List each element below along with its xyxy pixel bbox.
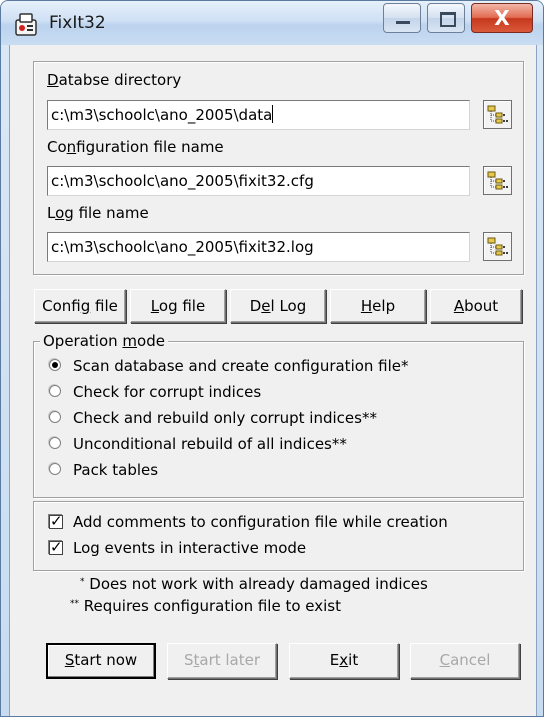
note-text: Does not work with already damaged indic… bbox=[84, 575, 428, 593]
maximize-icon bbox=[440, 12, 456, 27]
footnote-marker: ** bbox=[70, 599, 79, 609]
log-file-value: c:\m3\schoolc\ano_2005\fixit32.log bbox=[51, 238, 314, 256]
label-accel: D bbox=[47, 71, 59, 89]
label-part: L bbox=[47, 204, 56, 222]
button-label-part: E bbox=[329, 651, 340, 669]
start-later-button[interactable]: Start later bbox=[167, 643, 277, 679]
minimize-icon bbox=[396, 21, 410, 24]
database-directory-input[interactable]: c:\m3\schoolc\ano_2005\data bbox=[47, 100, 470, 130]
exit-button[interactable]: Exit bbox=[289, 643, 399, 679]
label-part: figuration file name bbox=[76, 138, 224, 156]
check-mark-icon: ✓ bbox=[50, 512, 63, 530]
folder-tree-icon bbox=[487, 171, 508, 190]
configuration-file-input[interactable]: c:\m3\schoolc\ano_2005\fixit32.cfg bbox=[47, 166, 470, 196]
close-button[interactable]: X bbox=[471, 3, 533, 33]
button-accel: H bbox=[360, 297, 373, 315]
browse-log-button[interactable] bbox=[483, 232, 512, 261]
radio-selected-dot bbox=[52, 362, 58, 368]
note-text: Requires configuration file to exist bbox=[79, 597, 342, 615]
radio-button[interactable] bbox=[49, 385, 61, 397]
operation-mode-group: Operation mode Scan database and create … bbox=[33, 332, 524, 498]
button-accel: A bbox=[453, 297, 465, 315]
dialog-client: Databse directory c:\m3\schoolc\ano_2005… bbox=[9, 45, 537, 716]
button-label-part: l Log bbox=[270, 297, 307, 315]
database-directory-label: Databse directory bbox=[47, 71, 181, 89]
button-label-part: tart now bbox=[74, 651, 138, 669]
button-accel: S bbox=[64, 651, 75, 669]
folder-tree-icon bbox=[487, 237, 508, 256]
button-accel: g bbox=[80, 297, 91, 315]
checkbox[interactable]: ✓ bbox=[49, 538, 63, 556]
legend-part: Operation bbox=[43, 332, 123, 350]
config-file-button[interactable]: Config file bbox=[34, 289, 126, 323]
label-part: g file name bbox=[64, 204, 149, 222]
title-bar[interactable]: FixIt32 X bbox=[1, 1, 543, 45]
window-title: FixIt32 bbox=[49, 13, 106, 33]
configuration-file-label: Configuration file name bbox=[47, 138, 224, 156]
log-file-input[interactable]: c:\m3\schoolc\ano_2005\fixit32.log bbox=[47, 232, 470, 262]
log-file-label: Log file name bbox=[47, 204, 149, 222]
paths-group: Databse directory c:\m3\schoolc\ano_2005… bbox=[33, 61, 524, 275]
radio-label: Pack tables bbox=[73, 461, 159, 479]
button-accel: C bbox=[439, 651, 451, 669]
label-part: Co bbox=[47, 138, 67, 156]
text-caret bbox=[272, 105, 274, 123]
browse-database-button[interactable] bbox=[483, 100, 512, 129]
folder-tree-icon bbox=[487, 105, 508, 124]
button-label-part: ancel bbox=[450, 651, 491, 669]
cancel-button[interactable]: Cancel bbox=[410, 643, 520, 679]
radio-button[interactable] bbox=[49, 437, 61, 449]
button-label-part: elp bbox=[372, 297, 396, 315]
label-accel: n bbox=[66, 138, 77, 156]
check-mark-icon: ✓ bbox=[50, 538, 63, 556]
note-double-star: ** Requires configuration file to exist bbox=[70, 597, 341, 615]
radio-label: Scan database and create configuration f… bbox=[73, 357, 409, 375]
close-icon: X bbox=[494, 6, 510, 30]
configuration-file-value: c:\m3\schoolc\ano_2005\fixit32.cfg bbox=[51, 172, 314, 190]
about-button[interactable]: About bbox=[430, 289, 522, 323]
button-label-part: art later bbox=[199, 651, 261, 669]
button-label-part: og file bbox=[158, 297, 206, 315]
radio-label: Check and rebuild only corrupt indices** bbox=[73, 409, 377, 427]
note-single-star: * Does not work with already damaged ind… bbox=[80, 575, 428, 593]
checkbox-label: Log events in interactive mode bbox=[73, 539, 307, 557]
app-window: FixIt32 X Databse directory c:\m3\school… bbox=[0, 0, 544, 717]
label-accel: o bbox=[55, 204, 65, 222]
checkbox[interactable]: ✓ bbox=[49, 512, 63, 530]
button-label-part: Confi bbox=[42, 297, 81, 315]
radio-label: Check for corrupt indices bbox=[73, 383, 262, 401]
button-label-part: file bbox=[90, 297, 118, 315]
button-accel: e bbox=[261, 297, 271, 315]
radio-label: Unconditional rebuild of all indices** bbox=[73, 435, 347, 453]
checkbox-label: Add comments to configuration file while… bbox=[73, 513, 448, 531]
radio-button[interactable] bbox=[49, 463, 61, 475]
button-accel: L bbox=[150, 297, 159, 315]
log-file-button[interactable]: Log file bbox=[130, 289, 226, 323]
legend-accel: m bbox=[122, 332, 138, 350]
database-directory-value: c:\m3\schoolc\ano_2005\data bbox=[51, 106, 273, 124]
help-button[interactable]: Help bbox=[330, 289, 426, 323]
radio-button[interactable] bbox=[49, 411, 61, 423]
browse-configuration-button[interactable] bbox=[483, 166, 512, 195]
button-label-part: bout bbox=[464, 297, 499, 315]
label-part: atabse directory bbox=[58, 71, 182, 89]
button-label-part: D bbox=[249, 297, 262, 315]
app-icon bbox=[15, 13, 37, 36]
options-group: ✓ Add comments to configuration file whi… bbox=[33, 501, 524, 571]
start-now-button[interactable]: Start now bbox=[46, 643, 156, 679]
button-accel: x bbox=[339, 651, 349, 669]
delete-log-button[interactable]: Del Log bbox=[230, 289, 326, 323]
legend-part: ode bbox=[137, 332, 165, 350]
radio-button[interactable] bbox=[49, 359, 61, 371]
button-label-part: it bbox=[348, 651, 359, 669]
maximize-button[interactable] bbox=[427, 3, 465, 33]
operation-mode-legend: Operation mode bbox=[40, 332, 168, 350]
minimize-button[interactable] bbox=[383, 3, 421, 33]
